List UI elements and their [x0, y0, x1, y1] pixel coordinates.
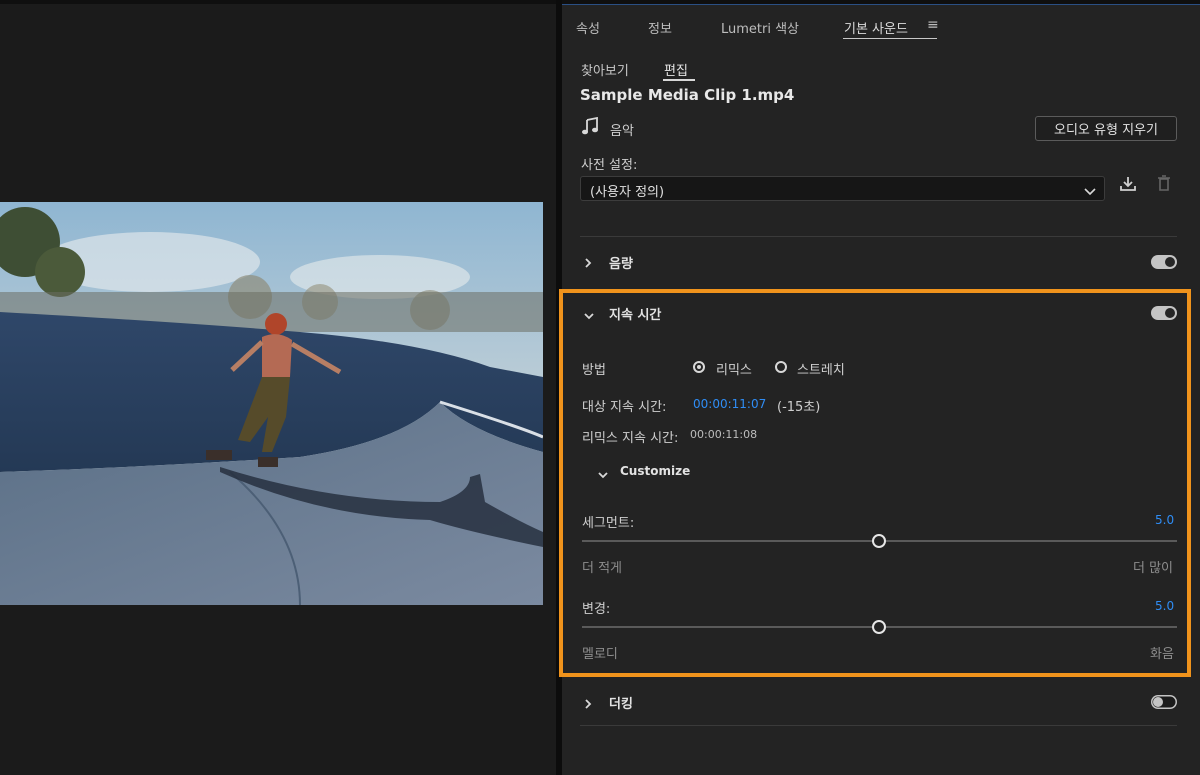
loudness-toggle[interactable] — [1151, 255, 1177, 269]
tab-info[interactable]: 정보 — [648, 18, 672, 37]
preset-separator — [580, 236, 1177, 237]
chevron-down-icon — [1084, 182, 1096, 201]
ducking-section-title[interactable]: 더킹 — [609, 693, 633, 712]
video-frame — [0, 202, 543, 605]
clear-audio-type-button[interactable]: 오디오 유형 지우기 — [1035, 116, 1177, 141]
segments-max-label: 더 많이 — [1133, 561, 1174, 576]
tab-lumetri-color[interactable]: Lumetri 색상 — [721, 18, 799, 37]
panel-menu-icon[interactable]: ≡ — [927, 17, 939, 33]
target-duration-note: (-15초) — [777, 400, 821, 415]
method-label: 방법 — [582, 363, 606, 378]
monitor-top-border — [0, 0, 556, 4]
target-duration-value[interactable]: 00:00:11:07 — [693, 397, 766, 411]
remix-radio[interactable] — [693, 361, 705, 373]
preset-value: (사용자 정의) — [590, 185, 665, 200]
stretch-radio[interactable] — [775, 361, 787, 373]
segments-label: 세그먼트: — [582, 516, 635, 531]
ducking-toggle[interactable] — [1151, 695, 1177, 709]
save-preset-icon[interactable] — [1119, 176, 1137, 196]
segments-min-label: 더 적게 — [582, 561, 623, 576]
chevron-right-icon[interactable] — [583, 695, 593, 714]
duration-section-title[interactable]: 지속 시간 — [609, 304, 661, 323]
delete-preset-icon[interactable] — [1157, 175, 1171, 195]
duration-toggle[interactable] — [1151, 306, 1177, 320]
remix-duration-value: 00:00:11:08 — [690, 428, 758, 441]
audio-type-label: 음악 — [610, 124, 634, 139]
chevron-down-icon[interactable] — [597, 465, 609, 484]
variations-max-label: 화음 — [1150, 647, 1174, 662]
remix-duration-label: 리믹스 지속 시간: — [582, 431, 679, 446]
variations-value[interactable]: 5.0 — [1155, 599, 1174, 613]
preset-dropdown[interactable]: (사용자 정의) — [580, 176, 1105, 201]
customize-toggle-label[interactable]: Customize — [620, 464, 690, 478]
loudness-section-title[interactable]: 음량 — [609, 253, 633, 272]
stretch-option-label[interactable]: 스트레치 — [797, 359, 845, 378]
clip-title: Sample Media Clip 1.mp4 — [580, 86, 795, 104]
target-duration-label: 대상 지속 시간: — [582, 400, 667, 415]
variations-min-label: 멜로디 — [582, 647, 618, 662]
active-tab-underline — [843, 38, 937, 39]
remix-option-label[interactable]: 리믹스 — [716, 359, 752, 378]
variations-slider-thumb[interactable] — [872, 620, 886, 634]
active-subtab-underline — [663, 79, 695, 81]
tab-properties[interactable]: 속성 — [576, 18, 600, 37]
ducking-separator — [580, 725, 1177, 726]
subtab-edit[interactable]: 편집 — [664, 60, 688, 79]
variations-label: 변경: — [582, 602, 611, 617]
tab-essential-sound[interactable]: 기본 사운드 — [844, 18, 908, 37]
segments-value[interactable]: 5.0 — [1155, 513, 1174, 527]
chevron-right-icon[interactable] — [583, 254, 593, 273]
segments-slider-thumb[interactable] — [872, 534, 886, 548]
chevron-down-icon[interactable] — [583, 306, 595, 325]
panel-focus-line — [562, 4, 1200, 5]
music-note-icon — [582, 116, 598, 139]
subtab-browse[interactable]: 찾아보기 — [581, 60, 629, 79]
skatepark-video-image — [0, 202, 543, 605]
duration-section-highlight — [559, 289, 1191, 677]
preset-label: 사전 설정: — [581, 158, 638, 173]
